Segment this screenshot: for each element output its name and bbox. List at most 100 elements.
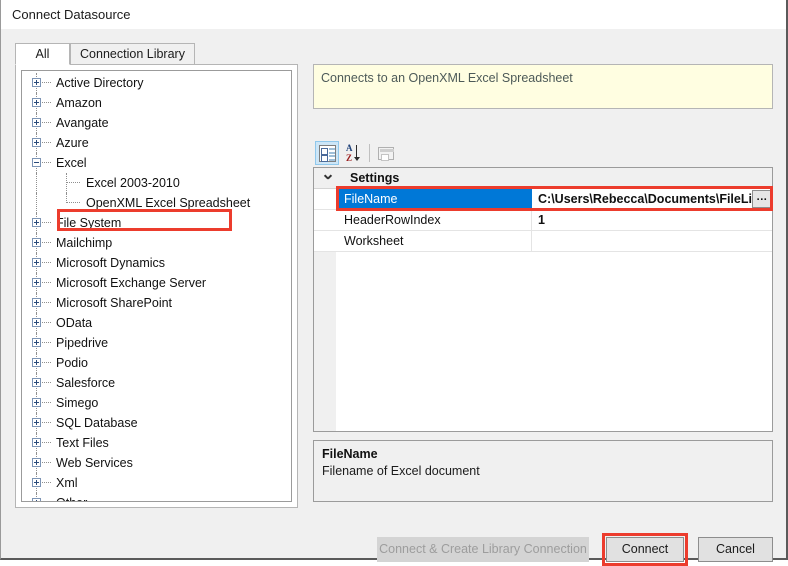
tree-expand-icon[interactable] [32, 118, 41, 127]
tree-expand-icon[interactable] [32, 358, 41, 367]
property-grid[interactable]: Settings FileName C:\Users\Rebecca\Documen… [313, 167, 773, 432]
tree-item-label: Microsoft Dynamics [56, 256, 166, 270]
tree-expand-icon[interactable] [32, 318, 41, 327]
tree-item-label: Text Files [56, 436, 109, 450]
tree-expand-icon[interactable] [32, 378, 41, 387]
alphabetical-sort-button[interactable]: AZ [341, 141, 365, 165]
tree-item-label: Avangate [56, 116, 109, 130]
tree-connector [66, 202, 80, 204]
tree-item-text-files[interactable]: Text Files [22, 433, 291, 453]
tab-connection-library[interactable]: Connection Library [70, 43, 195, 65]
tree-item-avangate[interactable]: Avangate [22, 113, 291, 133]
tree-item-label: Xml [56, 476, 78, 490]
tree-item-label: Microsoft SharePoint [56, 296, 173, 310]
tree-item-file-system[interactable]: File System [22, 213, 291, 233]
property-category-label: Settings [350, 171, 400, 185]
property-name: Worksheet [336, 231, 532, 251]
tree-item-label: Azure [56, 136, 89, 150]
tree-item-label: OData [56, 316, 93, 330]
property-row[interactable]: FileName C:\Users\Rebecca\Documents\FileL… [314, 189, 772, 210]
tree-expand-icon[interactable] [32, 238, 41, 247]
tree-expand-icon[interactable] [32, 458, 41, 467]
connect-create-library-connection-button[interactable]: Connect & Create Library Connection [377, 537, 589, 562]
tree-item-sql-database[interactable]: SQL Database [22, 413, 291, 433]
tree-expand-icon[interactable] [32, 338, 41, 347]
property-category-row[interactable]: Settings [314, 168, 772, 189]
tree-expand-icon[interactable] [32, 218, 41, 227]
tree-expand-icon[interactable] [32, 258, 41, 267]
tree-item-label: Podio [56, 356, 88, 370]
property-row[interactable]: HeaderRowIndex 1 [314, 210, 772, 231]
property-help-body: Filename of Excel document [322, 464, 480, 478]
categorized-view-button[interactable] [315, 141, 339, 165]
tree-connector [42, 482, 51, 484]
property-pages-icon [378, 147, 394, 161]
tree-item-label: File System [56, 216, 122, 230]
property-grid-toolbar: AZ [315, 141, 773, 167]
tree-item-odata[interactable]: OData [22, 313, 291, 333]
property-value[interactable]: 1 [532, 210, 772, 230]
tree-item-amazon[interactable]: Amazon [22, 93, 291, 113]
tree-connector [66, 182, 80, 184]
property-name: HeaderRowIndex [336, 210, 532, 230]
cancel-button[interactable]: Cancel [698, 537, 773, 562]
tree-item-openxml-excel-spreadsheet[interactable]: OpenXML Excel Spreadsheet [22, 193, 291, 213]
tree-expand-icon[interactable] [32, 398, 41, 407]
tree-expand-icon[interactable] [32, 418, 41, 427]
tree-item-podio[interactable]: Podio [22, 353, 291, 373]
tree-item-label: Simego [56, 396, 99, 410]
property-row[interactable]: Worksheet [314, 231, 772, 252]
tree-item-pipedrive[interactable]: Pipedrive [22, 333, 291, 353]
tree-item-mailchimp[interactable]: Mailchimp [22, 233, 291, 253]
tree-connector [42, 242, 51, 244]
tree-expand-icon[interactable] [32, 138, 41, 147]
tree-connector [42, 222, 51, 224]
tree-item-xml[interactable]: Xml [22, 473, 291, 493]
tree-item-microsoft-sharepoint[interactable]: Microsoft SharePoint [22, 293, 291, 313]
tree-connector [42, 142, 51, 144]
tree-expand-icon[interactable] [32, 478, 41, 487]
tree-connector [42, 302, 51, 304]
tree-connector [42, 322, 51, 324]
tree-expand-icon[interactable] [32, 298, 41, 307]
tree-item-microsoft-dynamics[interactable]: Microsoft Dynamics [22, 253, 291, 273]
browse-ellipsis-button[interactable]: ... [752, 190, 772, 208]
chevron-down-icon[interactable] [324, 175, 332, 183]
property-pages-button [373, 141, 397, 165]
tree-connector [42, 102, 51, 104]
tree-expand-icon[interactable] [32, 98, 41, 107]
tab-all[interactable]: All [15, 43, 70, 65]
tree-item-azure[interactable]: Azure [22, 133, 291, 153]
tree-collapse-icon[interactable] [32, 158, 41, 167]
tree-connector [42, 462, 51, 464]
tree-item-label: Other [56, 493, 87, 501]
tree-expand-icon[interactable] [32, 278, 41, 287]
tree-item-web-services[interactable]: Web Services [22, 453, 291, 473]
tree-item-microsoft-exchange-server[interactable]: Microsoft Exchange Server [22, 273, 291, 293]
tree-item-label: Amazon [56, 96, 102, 110]
tree-expand-icon[interactable] [32, 438, 41, 447]
tree-expand-icon[interactable] [32, 498, 41, 501]
window-title: Connect Datasource [12, 7, 131, 22]
tree-connector [42, 422, 51, 424]
tree-item-label: Active Directory [56, 76, 144, 90]
tree-item-label: Mailchimp [56, 236, 113, 250]
tree-item-excel[interactable]: Excel [22, 153, 291, 173]
connect-button[interactable]: Connect [606, 537, 684, 562]
tree-item-label: Excel 2003-2010 [86, 176, 180, 190]
tree-connector [42, 362, 51, 364]
tree-connector [42, 82, 51, 84]
tree-expand-icon[interactable] [32, 78, 41, 87]
tree-item-other[interactable]: Other [22, 493, 291, 501]
tree-connector [36, 193, 38, 213]
tree-item-simego[interactable]: Simego [22, 393, 291, 413]
datasource-tree[interactable]: Active Directory Amazon Avangate Azure Excel… [21, 70, 292, 502]
tree-connector [42, 282, 51, 284]
tree-item-salesforce[interactable]: Salesforce [22, 373, 291, 393]
tree-item-excel-2003-2010[interactable]: Excel 2003-2010 [22, 173, 291, 193]
property-value[interactable]: C:\Users\Rebecca\Documents\FileList [532, 189, 772, 209]
tab-strip: All Connection Library [15, 43, 298, 65]
tree-item-active-directory[interactable]: Active Directory [22, 73, 291, 93]
property-name: FileName [336, 189, 532, 209]
property-value[interactable] [532, 231, 772, 251]
